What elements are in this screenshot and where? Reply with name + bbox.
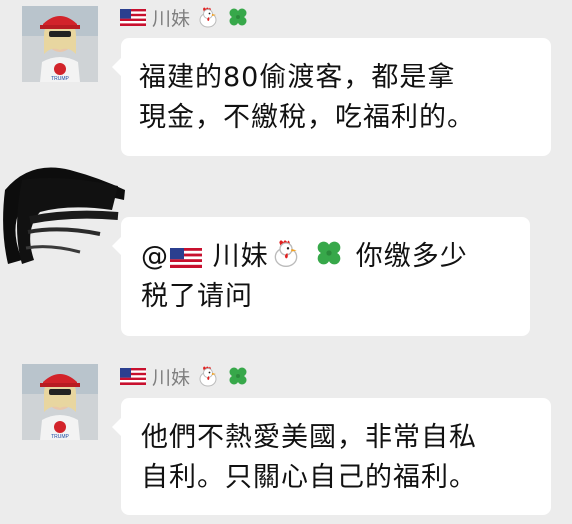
svg-text:TRUMP: TRUMP <box>51 434 69 440</box>
sender-name[interactable]: 川妹 <box>152 363 190 390</box>
message-bubble[interactable]: 福建的80偷渡客，都是拿 現金，不繳稅，吃福利的。 <box>112 38 551 156</box>
us-flag-icon <box>120 367 146 385</box>
rooster-icon <box>199 366 217 387</box>
sender-row: 川妹 <box>120 3 250 31</box>
sender-name[interactable]: 川妹 <box>152 4 190 31</box>
message-text: 你缴多少 <box>355 241 468 272</box>
mention-at: @ <box>141 241 169 272</box>
avatar-photo: TRUMP <box>22 364 98 440</box>
avatar[interactable]: TRUMP <box>22 6 98 82</box>
message-bubble[interactable]: 他們不熱愛美國，非常自私 自利。只關心自己的福利。 <box>112 398 551 515</box>
shamrock-icon <box>229 367 247 385</box>
message-line: 自利。只關心自己的福利。 <box>141 462 477 493</box>
us-flag-icon <box>120 8 146 26</box>
message-line: 現金，不繳稅，吃福利的。 <box>139 102 475 133</box>
svg-text:TRUMP: TRUMP <box>51 76 69 82</box>
message-line: 福建的80偷渡客，都是拿 <box>139 62 456 93</box>
mention-name[interactable]: 川妹 <box>213 241 269 272</box>
shamrock-icon <box>317 241 341 265</box>
avatar-photo: TRUMP <box>22 6 98 82</box>
rooster-icon <box>274 240 297 267</box>
redacted-avatar-scribble <box>3 167 126 264</box>
message-line: @ 川妹 你缴多少 <box>141 237 530 277</box>
sender-row: 川妹 <box>120 362 250 390</box>
shamrock-icon <box>229 8 247 26</box>
message-bubble[interactable]: @ 川妹 你缴多少 税了请问 <box>112 217 530 336</box>
rooster-icon <box>199 7 217 28</box>
chat-thread: TRUMP 川妹 福建的80偷渡客，都是拿 現金，不繳稅，吃福利的。 @ 川妹 … <box>0 0 572 524</box>
avatar[interactable]: TRUMP <box>22 364 98 440</box>
us-flag-icon <box>170 248 202 268</box>
message-line: 他們不熱愛美國，非常自私 <box>141 422 477 453</box>
message-line: 税了请问 <box>141 281 253 312</box>
